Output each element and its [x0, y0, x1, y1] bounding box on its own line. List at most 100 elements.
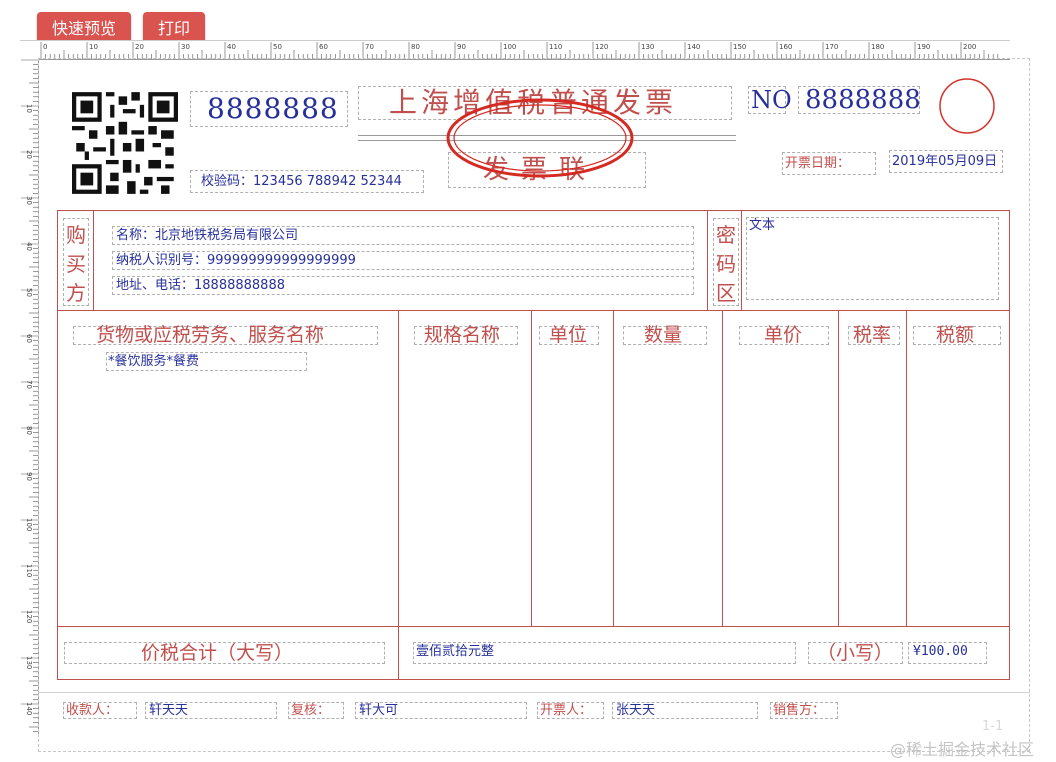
- payee-label-box: 收款人：: [63, 702, 137, 719]
- col-header-qty-label: 数量: [644, 324, 683, 346]
- ruler-left-label: 140: [25, 702, 33, 715]
- issuer-label: 开票人：: [540, 703, 593, 718]
- reviewer-value-box: 轩大可: [355, 702, 527, 719]
- ruler-left-label: 60: [25, 334, 33, 343]
- ruler-left-label: 110: [25, 564, 33, 577]
- buyer-tax-id: 纳税人识别号：999999999999999999: [116, 253, 356, 268]
- ruler-left-label: 20: [25, 150, 33, 159]
- ruler-top-label: 20: [135, 43, 144, 51]
- total-cn-amount-box: 壹佰贰拾元整: [413, 642, 796, 664]
- ruler-top-label: 0: [43, 43, 47, 51]
- date-label-box: 开票日期：: [782, 152, 876, 175]
- col-header-price: 单价: [739, 324, 829, 346]
- date-label: 开票日期：: [785, 156, 851, 171]
- ruler-top-label: 110: [549, 43, 562, 51]
- watermark: @稀土掘金技术社区: [890, 740, 1035, 759]
- total-small-label: （小写）: [817, 642, 894, 664]
- page-indicator: 1-1: [982, 719, 1004, 734]
- ruler-top-label: 90: [457, 43, 466, 51]
- cipher-text: 文本: [749, 218, 776, 233]
- ruler-left-label: 80: [25, 426, 33, 435]
- buyer-side-char-2: 买: [66, 252, 86, 276]
- ruler-top-label: 60: [319, 43, 328, 51]
- col-header-goods-label: 货物或应税劳务、服务名称: [96, 324, 325, 346]
- ruler-top-label: 150: [733, 43, 746, 51]
- col-header-goods: 货物或应税劳务、服务名称: [73, 324, 378, 346]
- ruler-left-label: 30: [25, 196, 33, 205]
- cipher-label-divider: [741, 210, 742, 310]
- col-header-tax-amount-label: 税额: [936, 324, 975, 346]
- check-code: 校验码：123456 788942 52344: [201, 174, 402, 189]
- col-divider-1: [398, 310, 399, 626]
- buyer-name-field: 名称：北京地铁税务局有限公司: [112, 226, 694, 245]
- reviewer-value: 轩大可: [359, 703, 399, 718]
- col-header-tax-rate-label: 税率: [853, 324, 892, 346]
- buyer-label-divider: [93, 210, 94, 310]
- total-small-label-box: （小写）: [808, 642, 903, 664]
- payee-label: 收款人：: [66, 703, 119, 718]
- stamp-circle-icon: [939, 78, 995, 134]
- item-name: *餐饮服务*餐费: [108, 354, 200, 369]
- ruler-top-label: 200: [963, 43, 976, 51]
- buyer-side-char-3: 方: [66, 281, 86, 305]
- ruler-top-label: 70: [365, 43, 374, 51]
- ruler-top-label: 10: [89, 43, 98, 51]
- seller-label-box: 销售方：: [770, 702, 838, 719]
- ruler-left-label: 10: [25, 104, 33, 113]
- invoice-no-label: NO: [751, 86, 792, 114]
- total-cn-label: 价税合计（大写）: [141, 642, 294, 664]
- invoice-number: 8888888: [805, 85, 921, 115]
- cipher-side-char-2: 码: [716, 252, 736, 276]
- buyer-tax-id-field: 纳税人识别号：999999999999999999: [112, 251, 694, 270]
- col-header-qty: 数量: [623, 324, 707, 346]
- col-header-unit-label: 单位: [549, 324, 588, 346]
- invoice-no-label-box: NO: [748, 86, 792, 114]
- ruler-top-label: 40: [227, 43, 236, 51]
- ruler-top-label: 130: [641, 43, 654, 51]
- ruler-top-label: 30: [181, 43, 190, 51]
- cipher-side-char-3: 区: [716, 281, 736, 305]
- payee-value: 轩天天: [149, 703, 189, 718]
- invoice-code: 8888888: [207, 92, 339, 125]
- col-divider-4: [722, 310, 723, 626]
- ruler-top-label: 120: [595, 43, 608, 51]
- ruler-left-ticks: 10 20 30 40 50 60 70 80 90 100 110 120 130 140: [21, 59, 38, 732]
- invoice-code-box: 8888888: [190, 91, 348, 127]
- seller-label: 销售方：: [773, 703, 826, 718]
- seal-oval-icon: [446, 98, 634, 178]
- date-value-box: 2019年05月09日: [889, 150, 1003, 173]
- ruler-left-label: 120: [25, 610, 33, 623]
- cipher-side-label: 密 码 区: [713, 218, 739, 306]
- col-divider-5: [838, 310, 839, 626]
- total-amount: ¥100.00: [913, 644, 968, 659]
- buyer-name: 名称：北京地铁税务局有限公司: [116, 228, 299, 243]
- issuer-label-box: 开票人：: [537, 702, 604, 719]
- col-header-price-label: 单价: [764, 324, 803, 346]
- col-divider-6: [906, 310, 907, 626]
- ruler-top-ticks: 0 10 20 30 40 50 60 70 80 90 100 110 120 130 140 150 160…: [40, 42, 999, 59]
- ruler-top-label: 160: [779, 43, 792, 51]
- buyer-address: 地址、电话：18888888888: [116, 278, 285, 293]
- ruler-left-label: 50: [25, 288, 33, 297]
- issuer-value-box: 张天天: [612, 702, 758, 719]
- ruler-top-label: 190: [917, 43, 930, 51]
- check-code-box: 校验码：123456 788942 52344: [190, 170, 424, 193]
- col-header-spec: 规格名称: [414, 324, 518, 346]
- ruler-left-label: 40: [25, 242, 33, 251]
- ruler-top-label: 100: [503, 43, 516, 51]
- ruler-top-label: 80: [411, 43, 420, 51]
- col-header-tax-rate: 税率: [848, 324, 900, 346]
- footer-separator: [38, 692, 1030, 693]
- reviewer-label-box: 复核：: [288, 702, 344, 719]
- col-header-tax-amount: 税额: [913, 324, 1001, 346]
- col-header-unit: 单位: [539, 324, 599, 346]
- buyer-section-divider: [57, 310, 1010, 311]
- buyer-side-char-1: 购: [66, 223, 86, 247]
- total-cn-label-box: 价税合计（大写）: [64, 642, 385, 664]
- total-amount-box: ¥100.00: [908, 642, 987, 664]
- col-divider-3: [613, 310, 614, 626]
- cipher-left-divider: [707, 210, 708, 310]
- col-divider-2: [531, 310, 532, 626]
- buyer-address-field: 地址、电话：18888888888: [112, 276, 694, 295]
- ruler-left-label: 130: [25, 656, 33, 669]
